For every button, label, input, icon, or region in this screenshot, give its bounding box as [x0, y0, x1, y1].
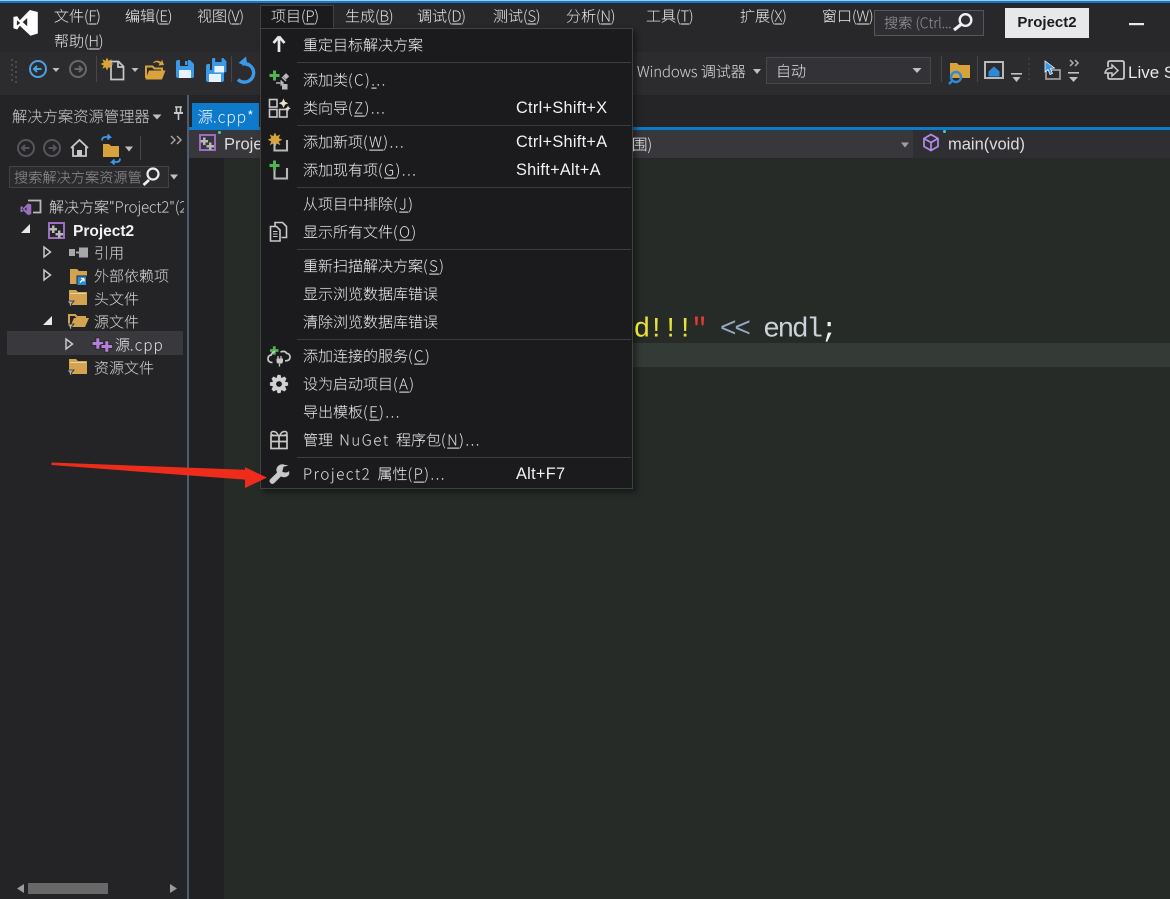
svg-text:Ctrl+Shift+A: Ctrl+Shift+A [516, 133, 607, 151]
svg-text:Ctrl+Shift+X: Ctrl+Shift+X [516, 99, 607, 117]
svg-text:Shift+Alt+A: Shift+Alt+A [516, 161, 601, 179]
svg-text:d!!!"<<endl;: d!!!"<<endl; [634, 315, 836, 346]
svg-text:Alt+F7: Alt+F7 [516, 465, 565, 483]
svg-text:Project2: Project2 [73, 223, 134, 240]
svg-text:main(void): main(void) [948, 136, 1025, 154]
svg-text:Live Sh: Live Sh [1128, 63, 1170, 82]
